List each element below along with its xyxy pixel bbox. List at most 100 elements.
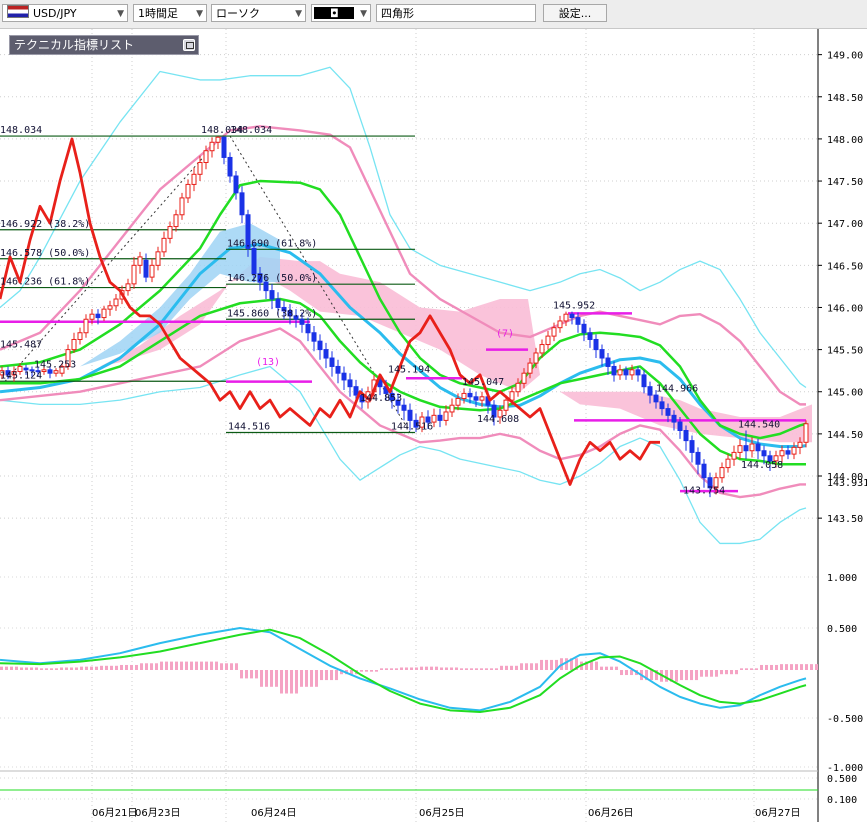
candle-body xyxy=(743,445,749,452)
candle-body xyxy=(269,290,275,300)
candle-body xyxy=(125,283,131,292)
settings-button[interactable]: 設定... xyxy=(543,4,607,22)
macd-histogram-bar xyxy=(600,666,603,670)
date-label: 06月25日 xyxy=(419,807,464,819)
macd-histogram-bar xyxy=(5,666,8,670)
candle-body xyxy=(347,379,353,388)
chevron-down-icon: ▼ xyxy=(360,9,367,19)
date-label: 06月27日 xyxy=(755,807,800,819)
macd-histogram-bar xyxy=(215,661,218,670)
macd-tick-label: 0.500 xyxy=(827,624,857,635)
candle-body xyxy=(623,369,629,376)
drawing-tool-field[interactable]: 四角形 xyxy=(376,4,536,22)
macd-histogram-bar xyxy=(130,664,133,670)
macd-histogram-bar xyxy=(305,670,308,687)
macd-histogram-bar xyxy=(235,663,238,670)
macd-tick-label: 1.000 xyxy=(827,573,857,584)
macd-histogram-bar xyxy=(80,666,83,670)
macd-histogram-bar xyxy=(720,670,723,675)
candle-body xyxy=(167,226,173,239)
candle-body xyxy=(155,251,161,266)
price-annotation: 145.487 xyxy=(0,340,42,351)
candle-body xyxy=(311,332,317,342)
candle-body xyxy=(101,308,107,319)
macd-histogram-bar xyxy=(105,665,108,670)
indicator-panel-title: テクニカル指標リスト xyxy=(14,38,135,52)
candle-body xyxy=(611,365,617,376)
macd-histogram-bar xyxy=(275,670,278,687)
candle-body xyxy=(473,396,479,401)
price-annotation: 148.034 xyxy=(0,125,42,136)
drawing-tool-label: 四角形 xyxy=(381,7,414,20)
candle-body xyxy=(719,467,725,479)
timeframe-select[interactable]: 1時間足 ▼ xyxy=(133,4,207,22)
cursor-icon: ◘ xyxy=(330,7,339,20)
candle-body xyxy=(737,445,743,453)
candle-body xyxy=(629,369,635,376)
candle-body xyxy=(191,173,197,185)
macd-histogram-bar xyxy=(150,663,153,670)
candle-body xyxy=(551,327,557,337)
candle-body xyxy=(251,247,257,275)
macd-histogram-bar xyxy=(270,670,273,687)
candle-body xyxy=(803,423,809,443)
candle-body xyxy=(731,451,737,460)
candle-body xyxy=(545,335,551,346)
candle-body xyxy=(137,256,143,266)
chart-area[interactable]: 149.00 148.50 148.00 147.50 147.00 146.50 146.… xyxy=(0,29,867,822)
currency-pair-select[interactable]: USD/JPY ▼ xyxy=(2,4,128,22)
macd-histogram-bar xyxy=(740,668,743,670)
candle-body xyxy=(203,150,209,164)
macd-histogram-bar xyxy=(430,666,433,670)
macd-histogram-bar xyxy=(255,670,258,679)
price-tick-label: 146.50 xyxy=(827,261,863,272)
macd-tick-label: -0.500 xyxy=(827,714,863,725)
macd-histogram-bar xyxy=(435,666,438,670)
price-annotation: 145.194 xyxy=(388,364,430,375)
rsi-tick-label: 0.100 xyxy=(827,795,857,806)
indicator-list-panel[interactable]: テクニカル指標リスト xyxy=(9,35,199,55)
rsi-tick-label: 0.500 xyxy=(827,774,857,785)
macd-histogram-bar xyxy=(45,668,48,670)
drawing-tool-select[interactable]: ◘ ▼ xyxy=(311,4,371,22)
macd-histogram-bar xyxy=(325,670,328,681)
candle-body xyxy=(161,237,167,253)
candle-body xyxy=(239,192,245,216)
candle-body xyxy=(581,323,587,334)
candle-body xyxy=(761,450,767,457)
candle-body xyxy=(785,450,791,455)
macd-histogram-bar xyxy=(320,670,323,681)
macd-histogram-bar xyxy=(100,665,103,670)
macd-histogram-bar xyxy=(425,666,428,670)
candle-body xyxy=(587,332,593,340)
candle-body xyxy=(533,352,539,364)
macd-histogram-bar xyxy=(715,670,718,677)
candle-body xyxy=(557,320,563,329)
candle-body xyxy=(515,382,521,393)
macd-histogram-bar xyxy=(735,670,738,675)
macd-histogram-bar xyxy=(535,663,538,670)
macd-histogram-bar xyxy=(145,663,148,670)
candle-body xyxy=(617,369,623,376)
macd-histogram-bar xyxy=(200,661,203,670)
candle-body xyxy=(791,446,797,455)
macd-histogram-bar xyxy=(445,667,448,670)
macd-histogram-bar xyxy=(385,668,388,670)
macd-histogram-bar xyxy=(50,668,53,670)
macd-histogram-bar xyxy=(165,661,168,670)
candle-body xyxy=(779,450,785,457)
candle-body xyxy=(107,305,113,310)
candle-body xyxy=(329,357,335,367)
restore-icon[interactable] xyxy=(183,39,195,51)
macd-histogram-bar xyxy=(125,664,128,670)
macd-histogram-bar xyxy=(475,668,478,670)
macd-histogram-bar xyxy=(395,668,398,670)
price-annotation: 148.034 xyxy=(230,125,272,136)
macd-histogram-bar xyxy=(260,670,263,687)
macd-histogram-bar xyxy=(55,668,58,670)
chart-type-select[interactable]: ローソク ▼ xyxy=(211,4,306,22)
macd-histogram-bar xyxy=(410,667,413,670)
settings-button-label: 設定... xyxy=(558,7,592,20)
macd-histogram-bar xyxy=(185,661,188,670)
price-annotation: 145.860 (38.2%) xyxy=(227,308,317,319)
